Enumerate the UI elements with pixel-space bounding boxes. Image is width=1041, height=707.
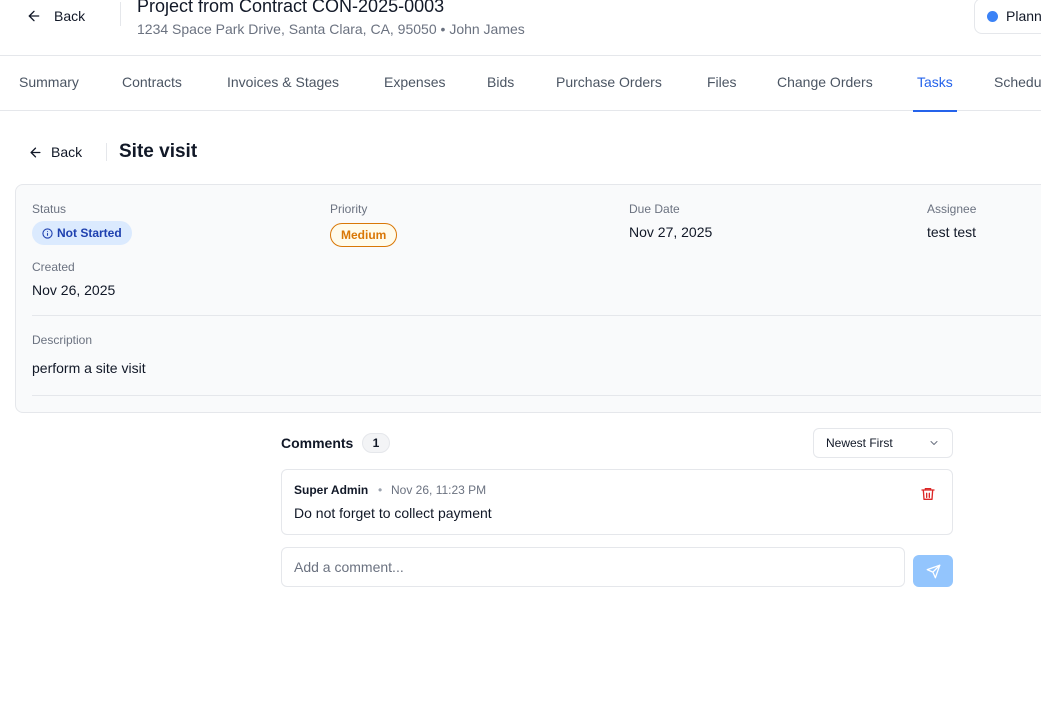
due-date-label: Due Date [629,202,680,216]
tab-expenses[interactable]: Expenses [384,56,445,111]
tab-purchase-orders[interactable]: Purchase Orders [556,56,662,111]
priority-badge: Medium [330,223,398,247]
tab-files[interactable]: Files [707,56,737,111]
status-value: Not Started [57,226,122,240]
task-back-button[interactable]: Back [28,143,82,161]
tab-summary[interactable]: Summary [19,56,79,111]
details-divider [32,315,1041,316]
tab-contracts[interactable]: Contracts [122,56,182,111]
subtitle-separator: • [440,21,446,37]
tab-schedule[interactable]: Schedu [994,56,1041,111]
priority-label: Priority [330,202,368,216]
tab-change-orders[interactable]: Change Orders [777,56,873,111]
comment-separator: • [378,483,383,497]
comment-text: Do not forget to collect payment [294,505,492,521]
task-divider [106,143,107,161]
comment-input[interactable] [281,547,905,587]
sort-value: Newest First [826,436,893,450]
project-owner: John James [449,21,525,37]
tab-invoices-stages[interactable]: Invoices & Stages [227,56,339,111]
status-badge: Not Started [32,221,132,245]
description-value: perform a site visit [32,360,146,376]
comment-item: Super Admin • Nov 26, 11:23 PM Do not fo… [281,469,953,535]
comment-author: Super Admin [294,483,369,497]
back-button[interactable]: Back [26,6,85,26]
description-label: Description [32,333,93,347]
arrow-left-icon [30,147,41,157]
assignee-label: Assignee [927,202,977,216]
description-divider [32,395,1041,396]
task-back-label: Back [51,144,83,160]
comments-sort-select[interactable]: Newest First [813,428,953,458]
comments-title: Comments [281,435,354,451]
project-status-select[interactable]: Plann [974,0,1041,34]
arrow-left-icon [28,10,40,22]
project-tabs: Summary Contracts Invoices & Stages Expe… [0,56,1041,112]
project-header: Back Project from Contract CON-2025-0003… [0,0,1041,56]
task-details-card [15,184,1041,413]
due-date-value: Nov 27, 2025 [629,224,713,240]
status-dot-icon [987,10,998,22]
assignee-value: test test [927,224,977,240]
trash-icon[interactable] [920,486,936,502]
header-divider [120,2,121,26]
send-icon [926,564,940,578]
chevron-down-icon [930,441,938,445]
created-label: Created [32,260,75,274]
project-address: 1234 Space Park Drive, Santa Clara, CA, … [137,21,437,37]
created-value: Nov 26, 2025 [32,282,116,298]
status-label: Status [32,202,67,216]
comments-count-badge: 1 [362,433,390,453]
tab-tasks[interactable]: Tasks [913,56,957,112]
priority-value: Medium [341,228,387,242]
tab-bids[interactable]: Bids [487,56,514,111]
project-title: Project from Contract CON-2025-0003 [137,0,445,16]
info-icon [42,227,53,239]
task-title: Site visit [119,141,198,162]
project-subtitle: 1234 Space Park Drive, Santa Clara, CA, … [137,21,525,37]
project-status-label: Plann [1006,8,1041,24]
comment-timestamp: Nov 26, 11:23 PM [391,483,487,497]
send-comment-button[interactable] [913,555,953,587]
back-button-label: Back [54,8,86,24]
